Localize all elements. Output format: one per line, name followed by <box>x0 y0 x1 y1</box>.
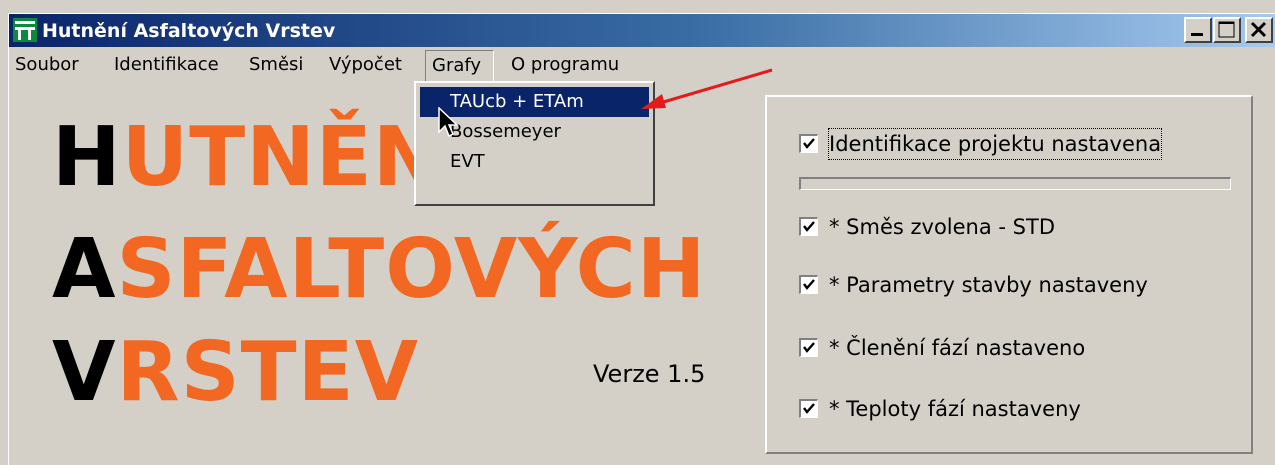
checkmark-icon <box>803 403 815 414</box>
checkmark-icon <box>803 279 815 290</box>
logo-line-2: ASFALTOVÝCH <box>52 225 706 315</box>
checkmark-icon <box>803 342 815 353</box>
mouse-cursor-icon <box>438 107 459 138</box>
logo-letter: H <box>52 110 122 205</box>
checkbox-label: * Směs zvolena - STD <box>829 215 1055 239</box>
checkbox[interactable] <box>799 134 818 153</box>
checkbox[interactable] <box>799 275 818 294</box>
title-bar[interactable]: Hutnění Asfaltových Vrstev <box>9 14 1275 47</box>
checkbox-label: Identifikace projektu nastavena <box>827 128 1163 160</box>
menu-soubor[interactable]: Soubor <box>9 50 85 82</box>
close-icon <box>1250 21 1267 38</box>
checkmark-icon <box>803 138 815 149</box>
maximize-icon <box>1218 21 1235 38</box>
logo-word-rest: RSTEV <box>116 325 420 420</box>
checkbox-label: * Teploty fází nastaveny <box>829 397 1081 421</box>
app-logo-icon <box>13 18 37 42</box>
menu-item-evt[interactable]: EVT <box>420 147 649 177</box>
logo-letter: A <box>52 222 117 317</box>
menu-smesi[interactable]: Směsi <box>243 50 309 82</box>
grafy-dropdown-menu: TAUcb + ETAm Bossemeyer EVT <box>414 81 655 206</box>
version-label: Verze 1.5 <box>593 360 706 388</box>
minimize-icon <box>1191 33 1203 36</box>
maximize-button[interactable] <box>1213 17 1241 43</box>
checkbox[interactable] <box>799 338 818 357</box>
checkbox[interactable] <box>799 399 818 418</box>
menu-o-programu[interactable]: O programu <box>505 50 625 82</box>
checkbox-label: * Parametry stavby nastaveny <box>829 273 1148 297</box>
menu-vypocet[interactable]: Výpočet <box>323 50 408 82</box>
close-button[interactable] <box>1245 17 1273 43</box>
logo-word-rest: SFALTOVÝCH <box>116 222 707 317</box>
checkmark-icon <box>803 221 815 232</box>
menu-grafy[interactable]: Grafy <box>425 50 494 82</box>
checkbox[interactable] <box>799 217 818 236</box>
status-panel: Identifikace projektu nastavena * Směs z… <box>765 95 1253 454</box>
minimize-button[interactable] <box>1184 17 1212 43</box>
logo-letter: V <box>52 325 117 420</box>
progress-bar <box>799 177 1231 190</box>
window-title: Hutnění Asfaltových Vrstev <box>42 20 336 42</box>
logo-line-3: VRSTEV <box>52 328 419 418</box>
menu-identifikace[interactable]: Identifikace <box>108 50 225 82</box>
logo-line-1: HUTNĚNÍ <box>52 113 474 203</box>
menu-bar: Soubor Identifikace Směsi Výpočet Grafy … <box>9 50 1275 82</box>
checkbox-label: * Členění fází nastaveno <box>829 336 1086 360</box>
